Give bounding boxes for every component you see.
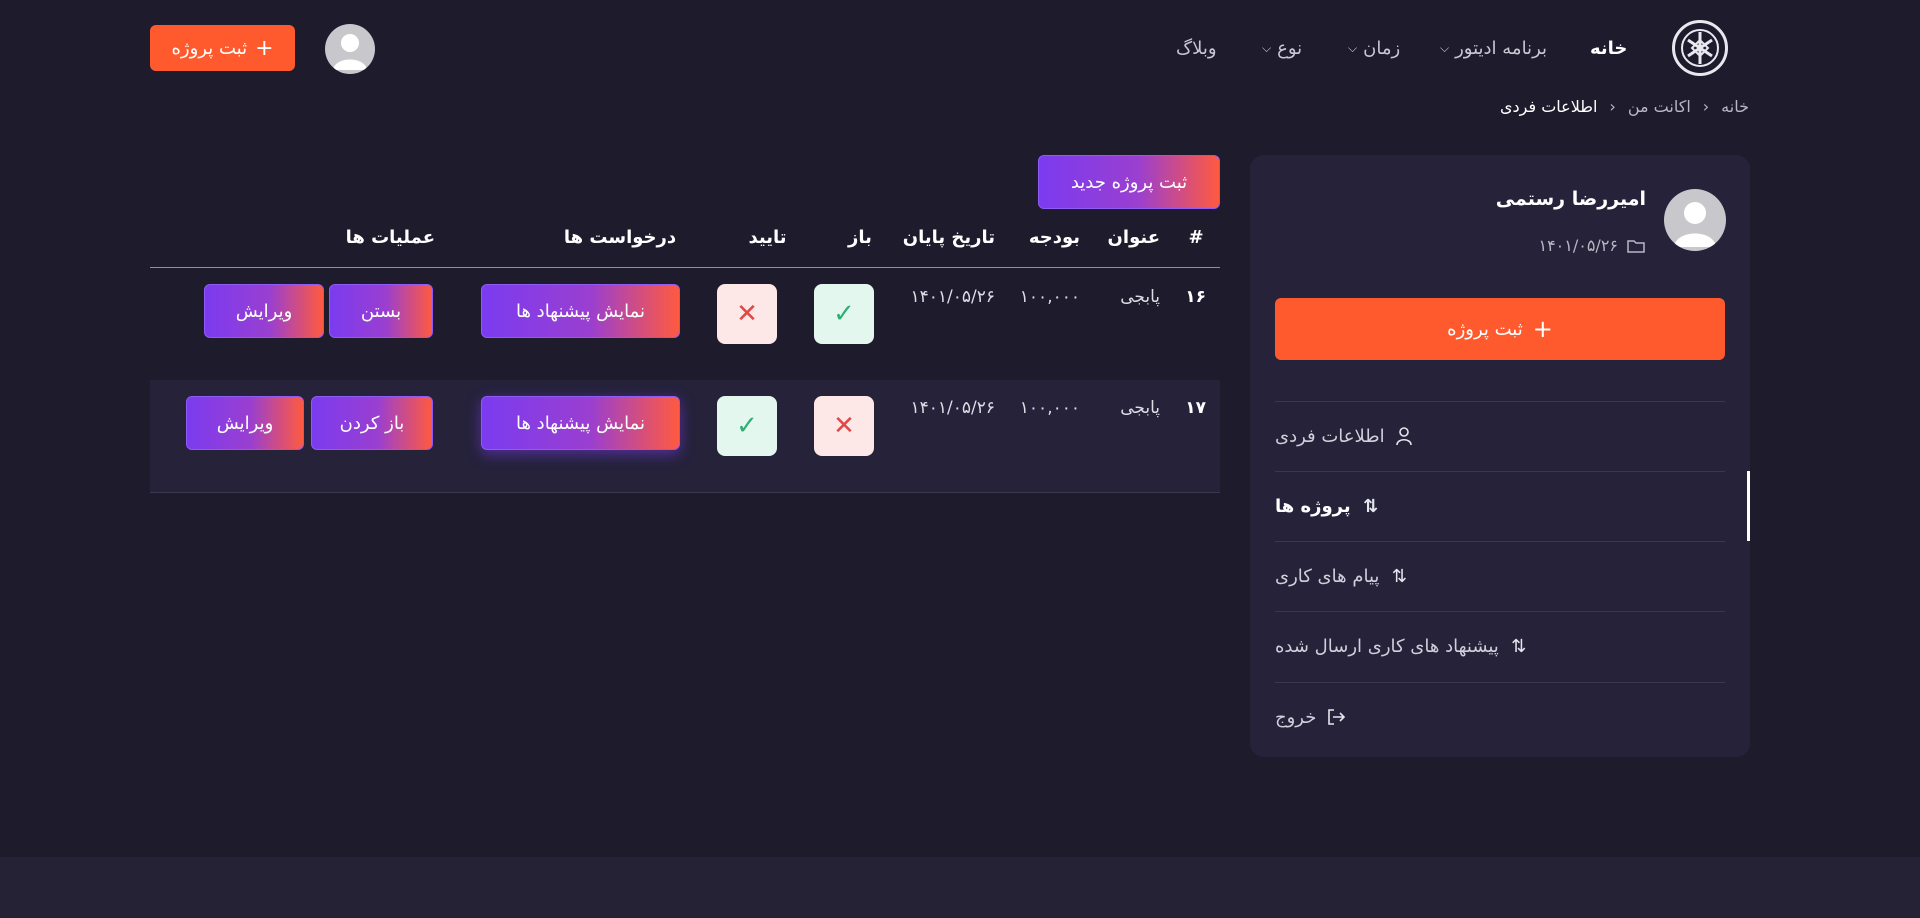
row-title: پابجی — [1120, 398, 1160, 418]
show-offers-label: نمایش پیشنهاد ها — [515, 300, 645, 322]
sidebar-item-work-messages[interactable]: ⇅ پیام های کاری — [1275, 556, 1725, 596]
col-header-requests: درخواست ها — [563, 227, 677, 248]
sidebar-submit-project-button[interactable]: + ثبت پروژه — [1275, 298, 1725, 360]
row-budget: ۱۰۰,۰۰۰ — [1019, 287, 1080, 307]
swap-arrows-icon: ⇅ — [1511, 635, 1527, 657]
nav-blog[interactable]: وبلاگ — [1176, 30, 1217, 66]
header-submit-project-button[interactable]: + ثبت پروژه — [150, 25, 295, 71]
breadcrumb-account[interactable]: اکانت من — [1628, 97, 1691, 116]
chevron-down-icon: ⌵ — [1440, 40, 1450, 55]
logout-icon — [1328, 709, 1346, 725]
col-header-actions: عملیات ها — [345, 227, 435, 248]
row-number: ۱۷ — [1185, 398, 1206, 418]
breadcrumb: خانه ‹ اکانت من ‹ اطلاعات فردی — [1500, 92, 1749, 116]
open-project-button[interactable]: باز کردن — [311, 396, 433, 450]
close-icon: ✕ — [736, 299, 758, 329]
col-header-approved: تایید — [748, 227, 787, 248]
col-header-title: عنوان — [1107, 227, 1160, 248]
approved-status-cross: ✕ — [717, 284, 777, 344]
edit-project-label: ویرایش — [216, 412, 274, 434]
sidebar-submit-project-label: ثبت پروژه — [1447, 318, 1523, 340]
nav-home-label: خانه — [1590, 37, 1628, 59]
row-title: پابجی — [1120, 287, 1160, 307]
check-icon: ✓ — [736, 411, 758, 441]
nav-editor-program[interactable]: برنامه ادیتور ⌵ — [1440, 30, 1547, 66]
sidebar-divider — [1275, 541, 1725, 542]
nav-editor-program-label: برنامه ادیتور — [1455, 37, 1548, 59]
header-submit-project-label: ثبت پروژه — [171, 37, 248, 59]
swap-arrows-icon: ⇅ — [1391, 565, 1407, 587]
sidebar-date-row: ۱۴۰۱/۰۵/۲۶ — [1500, 236, 1646, 255]
open-project-label: باز کردن — [339, 412, 405, 434]
sidebar-item-personal-info[interactable]: اطلاعات فردی — [1275, 416, 1725, 456]
row-end-date: ۱۴۰۱/۰۵/۲۶ — [910, 398, 995, 418]
logo-mark-icon — [1681, 29, 1719, 67]
sidebar-item-projects[interactable]: ⇅ پروژه ها — [1275, 486, 1725, 526]
avatar-icon — [1674, 202, 1716, 247]
close-project-button[interactable]: بستن — [329, 284, 433, 338]
col-header-budget: بودجه — [1028, 227, 1080, 248]
new-project-label: ثبت پروژه جدید — [1070, 171, 1188, 193]
user-icon — [1395, 427, 1412, 446]
sidebar-item-label: پروژه ها — [1275, 495, 1351, 517]
nav-time-label: زمان — [1363, 37, 1401, 59]
sidebar-divider — [1275, 611, 1725, 612]
nav-type[interactable]: نوع ⌵ — [1262, 30, 1302, 66]
plus-icon: + — [1532, 315, 1553, 343]
sidebar-divider — [1275, 682, 1725, 683]
sidebar-item-logout[interactable]: خروج — [1275, 697, 1725, 737]
row-end-date: ۱۴۰۱/۰۵/۲۶ — [910, 287, 995, 307]
chevron-left-icon: ‹ — [1609, 97, 1616, 116]
show-offers-button[interactable]: نمایش پیشنهاد ها — [481, 396, 680, 450]
col-header-number: # — [1188, 227, 1204, 248]
new-project-button[interactable]: ثبت پروژه جدید — [1038, 155, 1220, 209]
edit-project-button[interactable]: ویرایش — [186, 396, 304, 450]
col-header-open: باز — [848, 227, 872, 248]
close-project-label: بستن — [360, 300, 402, 322]
chevron-left-icon: ‹ — [1702, 97, 1710, 116]
sidebar-divider — [1275, 401, 1725, 402]
folder-icon — [1627, 239, 1645, 253]
sidebar-item-label: خروج — [1275, 706, 1317, 728]
open-status-check: ✓ — [814, 284, 874, 344]
sidebar-user-name: امیررضا رستمی — [1495, 188, 1646, 210]
col-header-end-date: تاریخ پایان — [902, 227, 995, 248]
check-icon: ✓ — [833, 299, 855, 329]
chevron-down-icon: ⌵ — [1348, 40, 1358, 55]
nav-time[interactable]: زمان ⌵ — [1348, 30, 1400, 66]
active-indicator — [1747, 471, 1750, 541]
nav-type-label: نوع — [1277, 37, 1303, 59]
sidebar-date: ۱۴۰۱/۰۵/۲۶ — [1538, 236, 1618, 255]
sidebar-avatar — [1664, 189, 1726, 251]
site-logo[interactable] — [1672, 20, 1728, 76]
show-offers-label: نمایش پیشنهاد ها — [515, 412, 645, 434]
user-avatar[interactable] — [325, 24, 375, 74]
nav-blog-label: وبلاگ — [1176, 37, 1217, 59]
close-icon: ✕ — [833, 411, 855, 441]
plus-icon: + — [255, 35, 274, 61]
sidebar-item-sent-offers[interactable]: ⇅ پیشنهاد های کاری ارسال شده — [1275, 626, 1725, 666]
edit-project-button[interactable]: ویرایش — [204, 284, 324, 338]
sidebar-item-label: اطلاعات فردی — [1275, 425, 1385, 447]
row-number: ۱۶ — [1185, 287, 1206, 307]
edit-project-label: ویرایش — [235, 300, 293, 322]
row-budget: ۱۰۰,۰۰۰ — [1019, 398, 1080, 418]
sidebar-divider — [1275, 471, 1725, 472]
approved-status-check: ✓ — [717, 396, 777, 456]
show-offers-button[interactable]: نمایش پیشنهاد ها — [481, 284, 680, 338]
page-footer — [0, 857, 1920, 918]
chevron-down-icon: ⌵ — [1262, 40, 1272, 55]
sidebar-item-label: پیام های کاری — [1275, 565, 1380, 587]
nav-home[interactable]: خانه — [1590, 30, 1627, 66]
sidebar-item-label: پیشنهاد های کاری ارسال شده — [1275, 635, 1499, 657]
breadcrumb-current: اطلاعات فردی — [1500, 97, 1598, 116]
breadcrumb-home[interactable]: خانه — [1721, 97, 1749, 116]
swap-arrows-icon: ⇅ — [1363, 495, 1379, 517]
page-scrollbar[interactable] — [1904, 0, 1920, 857]
avatar-icon — [333, 34, 367, 70]
open-status-cross: ✕ — [814, 396, 874, 456]
